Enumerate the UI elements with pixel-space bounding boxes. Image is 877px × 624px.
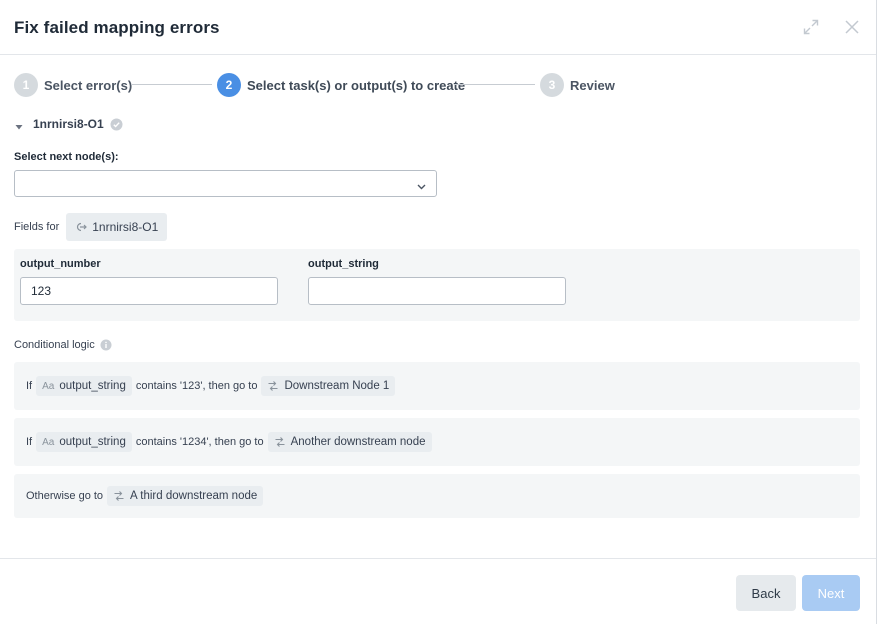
rule-condition: contains '1234', then go to: [135, 436, 264, 448]
output-number-label: output_number: [20, 258, 101, 270]
route-icon: [274, 436, 286, 448]
target-chip-label: Downstream Node 1: [284, 380, 390, 392]
rule-if: If: [26, 436, 33, 448]
step-review[interactable]: 3 Review: [540, 73, 615, 97]
chevron-down-icon: [416, 179, 427, 190]
text-type-icon: Aa: [42, 380, 55, 392]
conditional-rule[interactable]: If Aa output_string contains '1234', the…: [14, 418, 860, 466]
caret-down-icon[interactable]: [14, 119, 24, 130]
target-chip: A third downstream node: [107, 486, 264, 506]
target-chip-label: Another downstream node: [290, 436, 426, 448]
check-circle-icon: [110, 118, 123, 131]
target-chip: Another downstream node: [267, 432, 432, 452]
conditional-logic-title: Conditional logic: [14, 339, 95, 351]
otherwise-rule[interactable]: Otherwise go to A third downstream node: [14, 474, 860, 518]
rule-if: If: [26, 380, 33, 392]
expand-icon[interactable]: [802, 18, 820, 36]
node-header[interactable]: 1nrnirsi8-O1: [14, 116, 123, 132]
close-icon[interactable]: [843, 18, 861, 36]
conditional-logic-heading: Conditional logic: [14, 339, 112, 351]
fields-for-row: Fields for 1nrnirsi8-O1: [14, 213, 168, 241]
select-next-node-dropdown[interactable]: [14, 170, 437, 197]
output-string-input[interactable]: [308, 277, 566, 305]
select-next-node-label: Select next node(s):: [14, 151, 119, 163]
field-chip: Aa output_string: [36, 376, 132, 396]
route-icon: [267, 380, 279, 392]
dialog-header: Fix failed mapping errors: [0, 0, 876, 55]
target-chip: Downstream Node 1: [261, 376, 396, 396]
wizard-stepper: 1 Select error(s) 2 Select task(s) or ou…: [14, 73, 634, 97]
next-button[interactable]: Next: [802, 575, 860, 611]
conditional-rule[interactable]: If Aa output_string contains '123', then…: [14, 362, 860, 410]
info-icon[interactable]: [100, 339, 112, 351]
step-connector: [131, 84, 212, 85]
text-type-icon: Aa: [42, 436, 55, 448]
output-number-input[interactable]: [20, 277, 278, 305]
back-button[interactable]: Back: [736, 575, 796, 611]
node-name: 1nrnirsi8-O1: [33, 117, 104, 131]
dialog-title: Fix failed mapping errors: [14, 18, 220, 37]
target-chip-label: A third downstream node: [130, 490, 258, 502]
fix-mapping-errors-dialog: Fix failed mapping errors 1 Select error…: [0, 0, 877, 624]
step-label: Review: [570, 77, 615, 93]
field-chip-label: output_string: [59, 436, 126, 448]
step-select-tasks[interactable]: 2 Select task(s) or output(s) to create: [217, 73, 465, 97]
node-chip-label: 1nrnirsi8-O1: [92, 220, 159, 234]
step-label: Select task(s) or output(s) to create: [247, 77, 466, 93]
fields-panel: output_number output_string: [14, 249, 860, 321]
field-chip: Aa output_string: [36, 432, 132, 452]
otherwise-text: Otherwise go to: [26, 490, 104, 502]
step-number: 1: [14, 73, 38, 97]
step-number: 2: [217, 73, 241, 97]
step-label: Select error(s): [44, 77, 133, 93]
output-arrow-icon: [75, 221, 88, 233]
output-string-label: output_string: [308, 258, 379, 270]
node-chip: 1nrnirsi8-O1: [66, 213, 168, 241]
step-number: 3: [540, 73, 564, 97]
dialog-footer: Back Next: [0, 558, 876, 624]
fields-for-label: Fields for: [14, 221, 60, 233]
route-icon: [113, 490, 125, 502]
rule-condition: contains '123', then go to: [135, 380, 258, 392]
step-select-errors[interactable]: 1 Select error(s): [14, 73, 132, 97]
field-chip-label: output_string: [59, 380, 126, 392]
step-connector: [454, 84, 535, 85]
